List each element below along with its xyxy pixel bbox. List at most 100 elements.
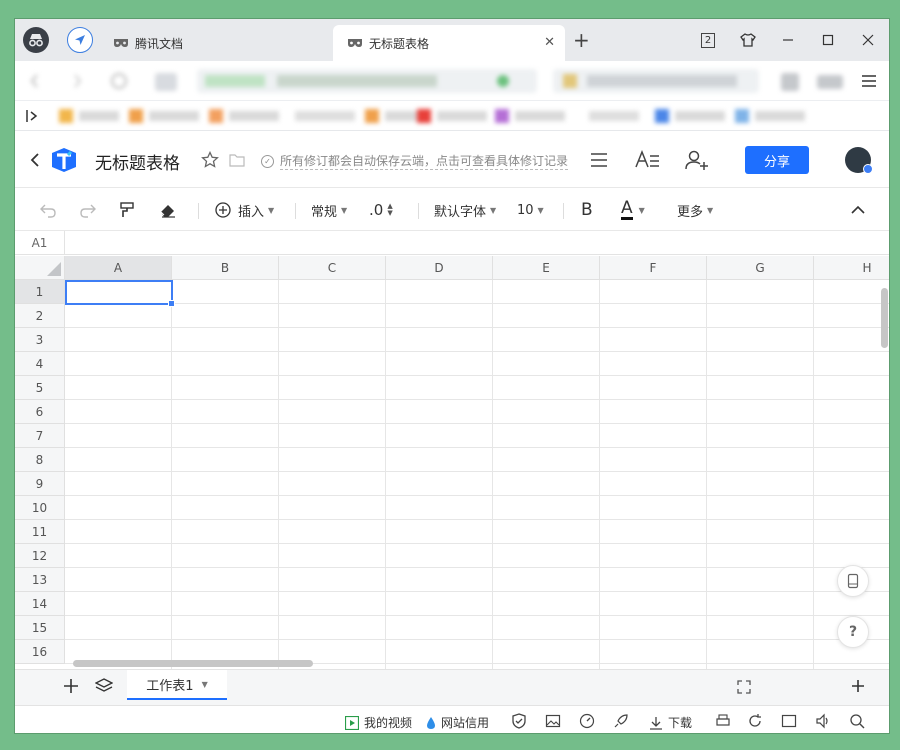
row-header[interactable]: 4 <box>15 352 65 376</box>
avatar[interactable] <box>845 147 873 174</box>
column-header[interactable]: B <box>172 256 279 280</box>
font-color-button[interactable]: A ▼ <box>621 200 645 220</box>
grid-row-line <box>65 639 889 640</box>
vertical-scrollbar[interactable] <box>881 288 888 348</box>
my-video-button[interactable]: 我的视频 <box>345 714 412 731</box>
toolbar-icons[interactable] <box>781 73 861 91</box>
image-icon[interactable] <box>545 713 561 729</box>
spreadsheet-grid[interactable]: A B C D E F G H 1 2 3 4 5 6 7 8 9 10 11 12 13 14 15 16 ? <box>15 256 889 669</box>
text-format-icon[interactable] <box>635 149 661 170</box>
doc-header: 无标题表格 ✓ 所有修订都会自动保存云端，点击可查看具体修订记录 分享 <box>15 132 889 188</box>
back-icon[interactable] <box>29 152 41 168</box>
font-family-dropdown[interactable]: 默认字体 ▼ <box>434 200 496 220</box>
font-size-dropdown[interactable]: 10 ▼ <box>517 200 544 220</box>
add-collaborator-icon[interactable] <box>685 149 709 171</box>
grid-row-line <box>65 567 889 568</box>
row-header[interactable]: 11 <box>15 520 65 544</box>
row-header[interactable]: 16 <box>15 640 65 664</box>
column-header[interactable]: D <box>386 256 493 280</box>
row-header[interactable]: 15 <box>15 616 65 640</box>
sidebar-toggle-icon[interactable] <box>25 109 39 123</box>
tab-counter-button[interactable]: 2 <box>697 29 719 51</box>
decimal-stepper[interactable]: .0 ▲ ▼ <box>369 200 393 220</box>
site-credit-button[interactable]: 网站信用 <box>426 714 489 731</box>
video-play-icon <box>345 715 359 730</box>
new-tab-button[interactable]: + <box>573 30 590 50</box>
close-tab-icon[interactable]: ✕ <box>544 35 555 50</box>
refresh-icon[interactable] <box>747 713 763 729</box>
incognito-icon[interactable] <box>23 27 49 53</box>
row-header[interactable]: 12 <box>15 544 65 568</box>
tab-untitled-sheet[interactable]: 无标题表格 ✕ <box>333 25 565 61</box>
name-box[interactable]: A1 <box>15 231 65 255</box>
shield-icon[interactable] <box>511 713 527 729</box>
row-header[interactable]: 5 <box>15 376 65 400</box>
column-header[interactable]: C <box>279 256 386 280</box>
fullscreen-icon[interactable] <box>737 680 751 694</box>
skin-icon[interactable] <box>737 29 759 51</box>
row-header[interactable]: 2 <box>15 304 65 328</box>
grid-row-line <box>65 615 889 616</box>
undo-icon[interactable] <box>39 200 57 220</box>
bold-button[interactable]: B <box>581 200 593 220</box>
volume-icon[interactable] <box>815 713 831 729</box>
url-field[interactable] <box>197 69 537 93</box>
active-cell[interactable] <box>65 280 175 307</box>
collapse-toolbar-icon[interactable] <box>851 200 865 220</box>
select-all-corner[interactable] <box>15 256 65 280</box>
column-header[interactable]: H <box>814 256 889 280</box>
column-header[interactable]: A <box>65 256 172 280</box>
menu-icon[interactable] <box>861 73 877 89</box>
star-icon[interactable] <box>201 150 219 169</box>
row-header[interactable]: 7 <box>15 424 65 448</box>
row-header[interactable]: 6 <box>15 400 65 424</box>
print-icon[interactable] <box>715 713 731 729</box>
add-sheet-icon[interactable] <box>63 678 79 694</box>
home-icon[interactable] <box>155 73 177 91</box>
zoom-in-icon[interactable] <box>851 679 865 693</box>
insert-button[interactable]: 插入 ▼ <box>215 200 274 220</box>
caret-down-icon: ▼ <box>707 205 714 215</box>
search-icon[interactable] <box>849 713 865 729</box>
sheet-tab[interactable]: 工作表1 ▼ <box>127 670 227 700</box>
redo-icon[interactable] <box>79 200 97 220</box>
tab-tencent-docs[interactable]: 腾讯文档 <box>99 25 331 61</box>
row-header[interactable]: 10 <box>15 496 65 520</box>
nav-buttons[interactable] <box>29 71 149 91</box>
window-icon[interactable] <box>781 713 797 729</box>
minimize-button[interactable] <box>777 29 799 51</box>
row-header[interactable]: 8 <box>15 448 65 472</box>
close-window-button[interactable] <box>857 29 879 51</box>
maximize-button[interactable] <box>817 29 839 51</box>
grid-column-line <box>385 280 386 669</box>
format-painter-icon[interactable] <box>119 200 135 220</box>
column-header[interactable]: E <box>493 256 600 280</box>
folder-icon[interactable] <box>229 153 245 167</box>
column-header[interactable]: F <box>600 256 707 280</box>
more-button[interactable]: 更多 ▼ <box>677 200 713 220</box>
save-status[interactable]: ✓ 所有修订都会自动保存云端，点击可查看具体修订记录 <box>261 152 569 170</box>
doc-title[interactable]: 无标题表格 <box>95 149 180 174</box>
row-header[interactable]: 14 <box>15 592 65 616</box>
rocket-icon[interactable] <box>613 713 629 729</box>
share-button[interactable]: 分享 <box>745 146 809 174</box>
speed-icon[interactable] <box>579 713 595 729</box>
row-header[interactable]: 9 <box>15 472 65 496</box>
navigation-icon[interactable] <box>67 27 93 53</box>
bookmark-items[interactable] <box>59 109 829 123</box>
search-field[interactable] <box>553 69 759 93</box>
number-format-dropdown[interactable]: 常规 ▼ <box>311 200 347 220</box>
eraser-icon[interactable] <box>159 200 177 220</box>
mask-icon <box>114 39 128 47</box>
menu-list-icon[interactable] <box>589 151 609 169</box>
row-header[interactable]: 1 <box>15 280 65 304</box>
horizontal-scrollbar[interactable] <box>73 660 313 667</box>
column-header[interactable]: G <box>707 256 814 280</box>
help-button[interactable]: ? <box>837 616 869 648</box>
layers-icon[interactable] <box>94 678 114 694</box>
row-header[interactable]: 13 <box>15 568 65 592</box>
mobile-view-icon[interactable] <box>837 565 869 597</box>
row-header[interactable]: 3 <box>15 328 65 352</box>
grid-column-line <box>492 280 493 669</box>
download-button[interactable]: 下载 <box>649 714 692 731</box>
